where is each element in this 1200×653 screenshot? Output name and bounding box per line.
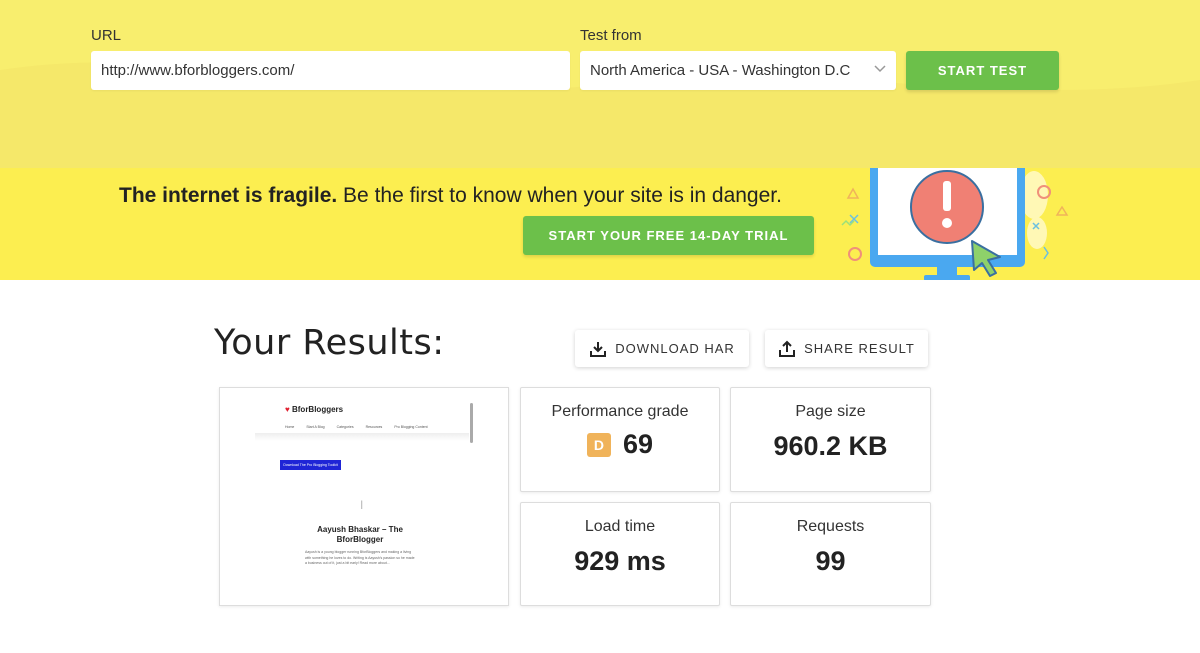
load-time-value: 929 ms [574, 546, 666, 576]
performance-grade-row: D 69 [521, 429, 719, 460]
banner-headline-bold: The internet is fragile. [119, 184, 338, 207]
banner-headline-rest: Be the first to know when your site is i… [337, 184, 782, 207]
page-screenshot-preview[interactable]: ♥ BforBloggers Home Start A Blog Categor… [219, 387, 509, 606]
share-result-button[interactable]: SHARE RESULT [765, 330, 928, 367]
requests-value: 99 [815, 546, 846, 576]
preview-toolkit-button: Download The Pro Blogging Toolkit [280, 460, 341, 470]
page-size-label: Page size [795, 403, 866, 420]
url-label: URL [91, 27, 122, 44]
share-result-label: SHARE RESULT [804, 341, 915, 356]
grade-badge: D [586, 432, 611, 457]
test-form-area: URL Test from North America - USA - Wash… [0, 0, 1200, 168]
performance-grade-label: Performance grade [551, 403, 689, 420]
monitor-alert-illustration [841, 168, 1069, 280]
preview-nav-item: Start A Blog [306, 425, 325, 429]
promo-banner: The internet is fragile. Be the first to… [0, 168, 1200, 280]
preview-author-bio: Aayush is a young blogger running BforBl… [305, 550, 415, 565]
preview-nav-item: Categories [336, 425, 354, 429]
page-size-value: 960.2 KB [773, 431, 888, 461]
load-time-card: Load time 929 ms [520, 502, 720, 606]
preview-logo-icon: ♥ [285, 405, 290, 414]
start-test-button[interactable]: START TEST [906, 51, 1059, 90]
screenshot-content: ♥ BforBloggers Home Start A Blog Categor… [255, 403, 473, 593]
preview-nav-item: Resources [365, 425, 383, 429]
free-trial-button[interactable]: START YOUR FREE 14-DAY TRIAL [523, 216, 814, 255]
requests-card: Requests 99 [730, 502, 931, 606]
preview-nav: Home Start A Blog Categories Resources P… [285, 425, 428, 429]
requests-label: Requests [796, 518, 865, 535]
preview-logo-text: BforBloggers [291, 405, 344, 414]
test-location-value: North America - USA - Washington D.C [590, 62, 851, 79]
performance-grade-card: Performance grade D 69 [520, 387, 720, 492]
url-input[interactable] [91, 51, 570, 90]
page-size-card: Page size 960.2 KB [730, 387, 931, 492]
load-time-label: Load time [584, 518, 656, 535]
chevron-down-icon [874, 65, 886, 73]
preview-author-name: Aayush Bhaskar – The BforBlogger [317, 525, 403, 544]
download-har-label: DOWNLOAD HAR [615, 341, 735, 356]
performance-grade-value: 69 [622, 429, 654, 459]
banner-headline: The internet is fragile. Be the first to… [119, 184, 782, 208]
preview-logo: ♥ BforBloggers [285, 405, 343, 414]
text-cursor-icon: I [360, 498, 364, 512]
download-icon [590, 341, 607, 357]
share-icon [779, 340, 796, 357]
download-har-button[interactable]: DOWNLOAD HAR [575, 330, 749, 367]
preview-nav-item: Pro Blogging Content [394, 425, 428, 429]
preview-scrollbar [470, 403, 473, 443]
preview-header-shadow [255, 433, 469, 441]
test-from-label: Test from [580, 27, 642, 44]
test-location-select[interactable]: North America - USA - Washington D.C [580, 51, 896, 90]
preview-nav-item: Home [285, 425, 295, 429]
results-title: Your Results: [214, 323, 445, 363]
